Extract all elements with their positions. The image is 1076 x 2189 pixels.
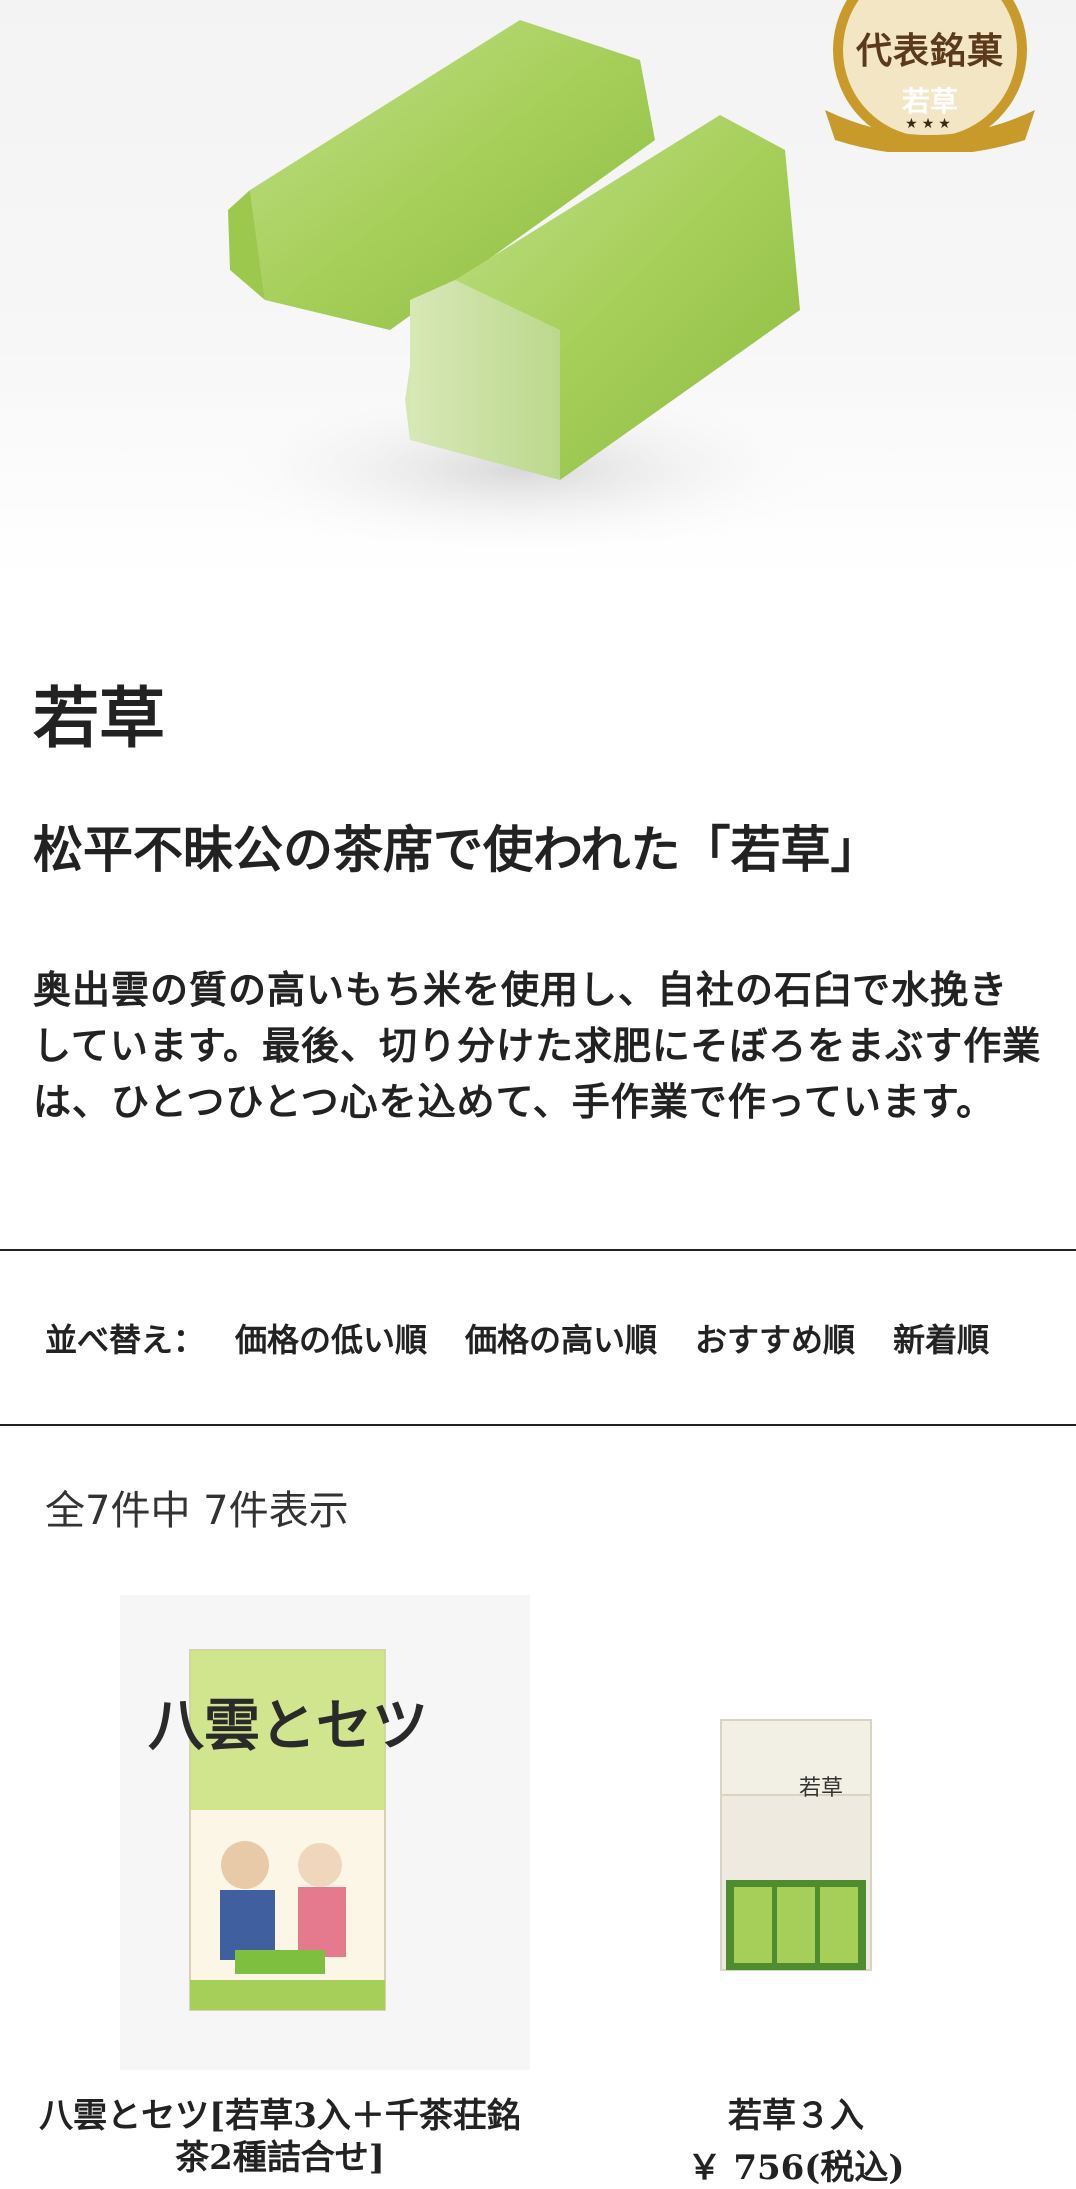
divider-top: [0, 1249, 1076, 1251]
sort-newest[interactable]: 新着順: [893, 1315, 989, 1361]
badge-title: 代表銘菓: [855, 30, 1004, 72]
result-count: 全7件中 7件表示: [45, 1488, 349, 1534]
product-image-wakakusa-3[interactable]: 若草: [546, 1595, 1046, 2070]
sort-label: 並べ替え：: [45, 1321, 206, 1359]
product-description: 奥出雲の質の高いもち米を使用し、自社の石臼で水挽きしています。最後、切り分けた求…: [33, 967, 1042, 1124]
badge-stars: ★★★: [905, 116, 955, 132]
package-label: 八雲とセツ: [148, 1693, 428, 1759]
representative-badge: 代表銘菓 若草 ★★★: [815, 0, 1045, 152]
product-image-yakumo-setsu[interactable]: 八雲とセツ: [30, 1595, 530, 2070]
product-title: 若草: [33, 679, 165, 757]
sort-recommended[interactable]: おすすめ順: [695, 1315, 855, 1361]
sort-price-asc[interactable]: 価格の低い順: [235, 1315, 427, 1361]
sort-bar: 並べ替え： 価格の低い順 価格の高い順 おすすめ順 新着順: [45, 1313, 1027, 1363]
product-price: ￥ 756(税込): [687, 2148, 905, 2188]
divider-bottom: [0, 1424, 1076, 1426]
sort-price-desc[interactable]: 価格の高い順: [465, 1315, 657, 1361]
hero-image: 代表銘菓 若草 ★★★: [0, 0, 1076, 576]
product-name[interactable]: 八雲とセツ[若草3入＋千茶荘銘茶2種詰合せ]: [30, 2095, 530, 2179]
badge-subtitle: 若草: [901, 85, 958, 118]
product-name[interactable]: 若草３入: [546, 2095, 1046, 2137]
product-subtitle: 松平不昧公の茶席で使われた「若草」: [33, 820, 881, 879]
package-label: 若草: [799, 1776, 843, 1801]
